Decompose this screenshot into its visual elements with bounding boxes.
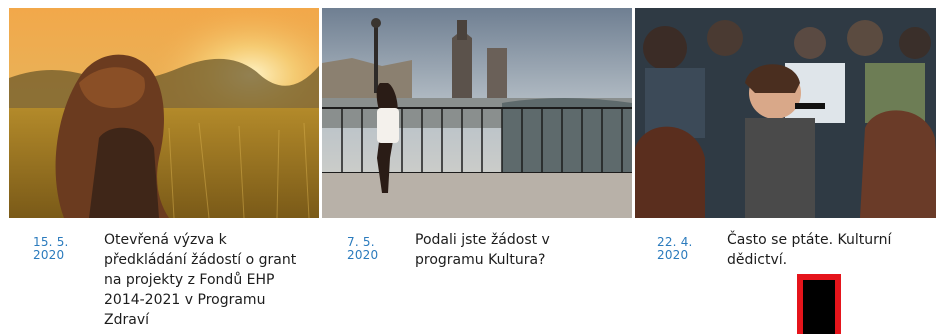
news-date: 22. 4. 2020 (657, 236, 707, 262)
news-card[interactable]: 7. 5. 2020 Podali jste žádost v programu… (322, 8, 632, 334)
highlight-marker (797, 274, 841, 334)
news-strip: 15. 5. 2020 Otevřená výzva k předkládání… (0, 0, 936, 334)
news-title-link[interactable]: Otevřená výzva k předkládání žádostí o g… (104, 230, 309, 330)
news-image-girl-in-field[interactable] (9, 8, 319, 218)
news-date-year: 2020 (347, 248, 379, 262)
news-date-year: 2020 (657, 248, 689, 262)
news-title-link[interactable]: Podali jste žádost v programu Kultura? (415, 230, 585, 270)
news-image-charles-bridge[interactable] (322, 8, 632, 218)
news-title-link[interactable]: Často se ptáte. Kulturní dědictví. (727, 230, 907, 270)
news-date-year: 2020 (33, 248, 65, 262)
news-card[interactable]: 22. 4. 2020 Často se ptáte. Kulturní děd… (635, 8, 936, 334)
news-date: 15. 5. 2020 (33, 236, 83, 262)
news-date: 7. 5. 2020 (347, 236, 397, 262)
news-card[interactable]: 15. 5. 2020 Otevřená výzva k předkládání… (9, 8, 319, 334)
news-image-conference-audience[interactable] (635, 8, 936, 218)
